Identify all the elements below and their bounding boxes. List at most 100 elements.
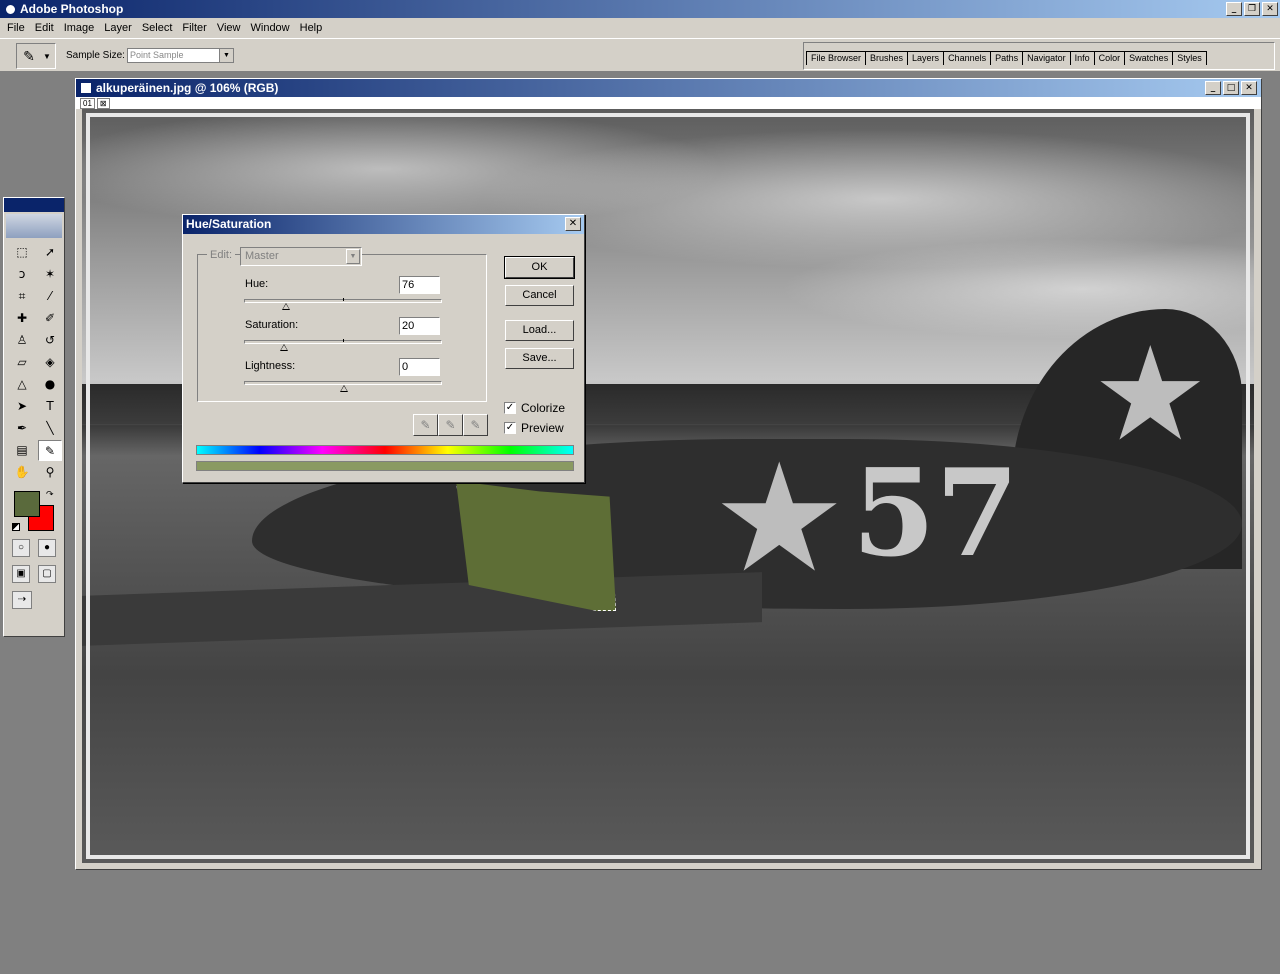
hue-input[interactable]: 76 (399, 276, 440, 294)
chevron-down-icon: ▼ (43, 51, 51, 61)
paint-bucket-tool-icon[interactable]: ◈ (38, 352, 62, 373)
doc-subtab-2[interactable]: ⊠ (96, 97, 110, 109)
palette-well-tabs: File Browser Brushes Layers Channels Pat… (806, 51, 1207, 65)
move-tool-icon[interactable]: ➚ (38, 242, 62, 263)
dialog-close-icon[interactable]: ✕ (565, 217, 581, 231)
colorize-checkbox[interactable]: ✓ Colorize (504, 401, 565, 415)
lasso-tool-icon[interactable]: ↄ (10, 264, 34, 285)
well-tab-file-browser[interactable]: File Browser (806, 51, 867, 65)
cancel-button[interactable]: Cancel (505, 285, 574, 306)
healing-brush-tool-icon[interactable]: ✚ (10, 308, 34, 329)
menu-bar: File Edit Image Layer Select Filter View… (0, 18, 1280, 38)
photo-plane-wing (82, 572, 762, 646)
eyedropper-plus-icon[interactable]: ✎ (438, 414, 463, 436)
marquee-tool-icon[interactable]: ⬚ (10, 242, 34, 263)
menu-filter[interactable]: Filter (177, 22, 211, 34)
default-colors-icon[interactable] (12, 523, 20, 531)
line-tool-icon[interactable]: ╲ (38, 418, 62, 439)
preview-check-icon: ✓ (504, 422, 516, 434)
lightness-slider-thumb[interactable] (340, 385, 348, 392)
doc-minimize-icon[interactable]: _ (1205, 81, 1221, 95)
menu-window[interactable]: Window (246, 22, 295, 34)
load-button[interactable]: Load... (505, 320, 574, 341)
hue-slider[interactable] (244, 298, 442, 310)
clone-stamp-tool-icon[interactable]: ♙ (10, 330, 34, 351)
saturation-slider[interactable] (244, 339, 442, 351)
menu-file[interactable]: File (2, 22, 30, 34)
toolbox-title-bar[interactable] (4, 198, 64, 212)
hand-tool-icon[interactable]: ✋ (10, 462, 34, 483)
colorize-label: Colorize (521, 401, 566, 415)
well-tab-color[interactable]: Color (1093, 51, 1126, 65)
menu-layer[interactable]: Layer (99, 22, 137, 34)
hue-label: Hue: (245, 278, 269, 290)
eyedropper-minus-icon[interactable]: ✎ (463, 414, 488, 436)
doc-maximize-icon[interactable]: □ (1223, 81, 1239, 95)
jump-to-imageready-icon[interactable]: ⇢ (12, 591, 32, 609)
document-icon (80, 82, 92, 94)
app-title: Adobe Photoshop (20, 2, 124, 16)
eyedropper-tool-icon[interactable]: ✎ (38, 440, 62, 461)
slice-tool-icon[interactable]: ⁄ (38, 286, 62, 307)
sample-size-select[interactable]: Point Sample ▼ (127, 48, 234, 63)
blur-tool-icon[interactable]: △ (10, 374, 34, 395)
zoom-tool-icon[interactable]: ⚲ (38, 462, 62, 483)
dialog-title-bar[interactable]: Hue/Saturation ✕ (183, 215, 584, 234)
well-tab-paths[interactable]: Paths (990, 51, 1024, 65)
saturation-input[interactable]: 20 (399, 317, 440, 335)
brush-tool-icon[interactable]: ✐ (38, 308, 62, 329)
lightness-input[interactable]: 0 (399, 358, 440, 376)
close-icon[interactable]: ✕ (1262, 2, 1278, 16)
menu-image[interactable]: Image (59, 22, 100, 34)
doc-close-icon[interactable]: ✕ (1241, 81, 1257, 95)
chevron-down-icon: ▼ (346, 249, 360, 264)
eyedropper-icon[interactable]: ✎ (413, 414, 438, 436)
dialog-title: Hue/Saturation (186, 217, 272, 231)
edit-channel-select: Master ▼ (240, 247, 362, 266)
well-tab-swatches[interactable]: Swatches (1124, 51, 1174, 65)
type-tool-icon[interactable]: T (38, 396, 62, 417)
well-tab-styles[interactable]: Styles (1172, 51, 1207, 65)
menu-help[interactable]: Help (295, 22, 328, 34)
adobe-online-icon[interactable] (6, 214, 62, 238)
tool-preset-picker[interactable]: ✎ ▼ (16, 43, 56, 69)
fuselage-star-emblem: ★ (712, 432, 847, 606)
quick-mask-mode-icon[interactable]: ● (38, 539, 56, 557)
well-tab-navigator[interactable]: Navigator (1022, 51, 1071, 65)
eyedropper-group: ✎ ✎ ✎ (413, 414, 488, 436)
minimize-icon[interactable]: _ (1226, 2, 1242, 16)
history-brush-tool-icon[interactable]: ↺ (38, 330, 62, 351)
doc-subtab-1[interactable]: 01 (80, 97, 95, 109)
well-tab-brushes[interactable]: Brushes (865, 51, 909, 65)
dodge-tool-icon[interactable]: ● (38, 374, 62, 395)
menu-select[interactable]: Select (137, 22, 178, 34)
sample-size-label: Sample Size: (66, 50, 125, 61)
standard-mode-icon[interactable]: ○ (12, 539, 30, 557)
menu-edit[interactable]: Edit (30, 22, 59, 34)
document-title: alkuperäinen.jpg @ 106% (RGB) (96, 81, 279, 95)
eraser-tool-icon[interactable]: ▱ (10, 352, 34, 373)
magic-wand-tool-icon[interactable]: ✶ (38, 264, 62, 285)
well-tab-layers[interactable]: Layers (907, 51, 945, 65)
pen-tool-icon[interactable]: ✒ (10, 418, 34, 439)
hue-slider-thumb[interactable] (282, 303, 290, 310)
menu-view[interactable]: View (212, 22, 246, 34)
foreground-color-swatch[interactable] (14, 491, 40, 517)
save-button[interactable]: Save... (505, 348, 574, 369)
lightness-slider[interactable] (244, 381, 442, 392)
screen-mode-full-menu-icon[interactable]: ▢ (38, 565, 56, 583)
saturation-slider-thumb[interactable] (280, 344, 288, 351)
preview-checkbox[interactable]: ✓ Preview (504, 421, 564, 435)
notes-tool-icon[interactable]: ▤ (10, 440, 34, 461)
photoshop-logo-icon (4, 2, 17, 16)
restore-icon[interactable]: ❐ (1244, 2, 1260, 16)
swap-colors-icon[interactable]: ↷ (46, 489, 54, 500)
screen-mode-standard-icon[interactable]: ▣ (12, 565, 30, 583)
document-title-bar[interactable]: alkuperäinen.jpg @ 106% (RGB) _ □ ✕ (76, 79, 1261, 97)
well-tab-info[interactable]: Info (1069, 51, 1095, 65)
colorize-check-icon: ✓ (504, 402, 516, 414)
crop-tool-icon[interactable]: ⌗ (10, 286, 34, 307)
path-selection-tool-icon[interactable]: ➤ (10, 396, 34, 417)
ok-button[interactable]: OK (504, 256, 575, 279)
well-tab-channels[interactable]: Channels (943, 51, 992, 65)
